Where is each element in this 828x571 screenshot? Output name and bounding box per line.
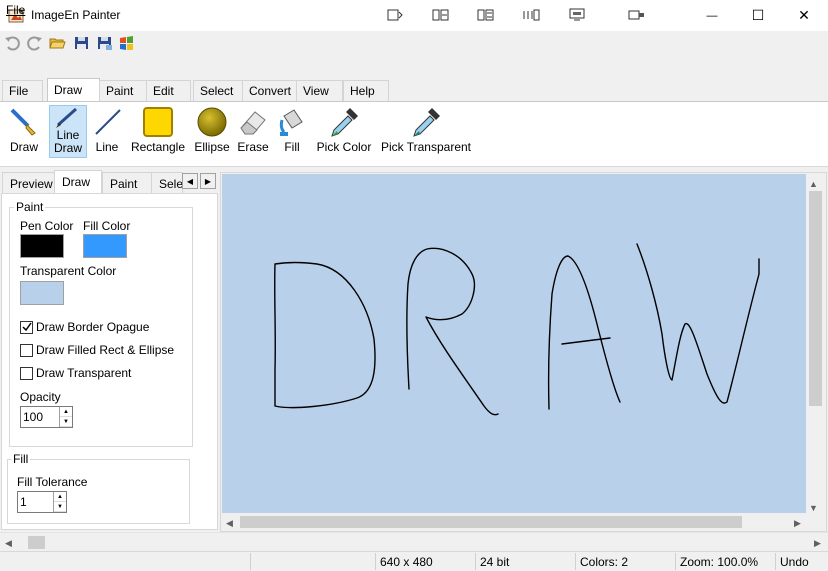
ribbon-tab-help[interactable]: Help (343, 80, 389, 101)
menu-bar (0, 58, 828, 78)
erase-button[interactable]: Erase (236, 103, 270, 161)
ribbon-tab-paint[interactable]: Paint (99, 80, 147, 101)
first-frame-icon[interactable] (386, 8, 404, 22)
canvas-strokes (274, 243, 760, 416)
monitor-icon[interactable] (568, 8, 586, 22)
checkmark-icon (20, 320, 33, 334)
ribbon-tab-edit[interactable]: Edit (146, 80, 191, 101)
spin-up-icon[interactable]: ▲ (54, 492, 66, 502)
panel-tab-select[interactable]: Sele (151, 172, 183, 193)
spin-down-icon[interactable]: ▼ (54, 502, 66, 512)
brush-icon (10, 108, 36, 136)
fill-tolerance-value[interactable]: 1 (18, 492, 53, 512)
status-empty-cell (250, 553, 375, 570)
window-horizontal-scrollbar[interactable] (0, 532, 828, 551)
horizontal-scroll-thumb[interactable] (240, 516, 742, 528)
line-button[interactable]: Line (92, 103, 122, 161)
pick-color-button[interactable]: Pick Color (314, 103, 374, 161)
handwritten-draw-strokes (274, 243, 760, 416)
line-icon (95, 109, 121, 135)
close-button[interactable]: ✕ (781, 0, 827, 31)
fill-tolerance-spinner[interactable]: 1 ▲ ▼ (17, 491, 67, 513)
prev-frame-icon[interactable] (432, 8, 450, 22)
spin-down-icon[interactable]: ▼ (60, 417, 72, 427)
triangle-right-icon: ▶ (204, 176, 212, 186)
rectangle-button[interactable]: Rectangle (130, 103, 186, 161)
status-image-size: 640 x 480 (375, 553, 475, 570)
panel-tabs-scroll-right[interactable]: ▶ (200, 173, 216, 189)
line-draw-button[interactable]: Line Draw (49, 105, 87, 158)
transparent-color-label: Transparent Color (20, 264, 117, 278)
rectangle-icon (143, 107, 173, 137)
ribbon-tab-draw[interactable]: Draw (47, 78, 100, 102)
window-scroll-left-icon[interactable]: ◀ (5, 535, 12, 549)
panel-tab-preview[interactable]: Preview (2, 172, 55, 193)
fullscreen-icon[interactable] (628, 8, 646, 22)
vertical-scroll-thumb[interactable] (809, 191, 822, 406)
opacity-spinner[interactable]: 100 ▲ ▼ (20, 406, 73, 428)
next-frame-icon[interactable] (477, 8, 495, 22)
window-scroll-right-icon[interactable]: ▶ (814, 535, 821, 549)
ellipse-icon (197, 107, 227, 137)
open-folder-icon[interactable] (49, 35, 66, 51)
eyedropper-icon (331, 108, 358, 137)
windows-logo-icon[interactable] (118, 35, 135, 51)
window-title: ImageEn Painter (31, 8, 121, 22)
panel-tab-paint[interactable]: Paint (102, 172, 152, 193)
paint-bucket-icon (279, 109, 303, 136)
eyedropper-transparent-icon (413, 108, 440, 137)
draw-filled-rect-ellipse-checkbox[interactable]: Draw Filled Rect & Ellipse (20, 343, 174, 357)
ribbon-tab-select[interactable]: Select (193, 80, 243, 101)
status-colors: Colors: 2 (575, 553, 675, 570)
ellipse-button[interactable]: Ellipse (193, 103, 231, 161)
panel-tabs-scroll-left[interactable]: ◀ (182, 173, 198, 189)
save-icon[interactable] (73, 35, 90, 51)
pen-color-swatch[interactable] (20, 234, 64, 258)
transparent-color-swatch[interactable] (20, 281, 64, 305)
ribbon-tab-convert[interactable]: Convert (242, 80, 297, 101)
scroll-right-icon[interactable]: ▶ (794, 515, 801, 529)
ribbon-tab-file[interactable]: File (2, 80, 43, 101)
eraser-icon (240, 111, 266, 135)
minimize-button[interactable]: — (689, 0, 735, 31)
last-frame-icon[interactable] (522, 8, 540, 22)
undo-icon[interactable] (4, 35, 21, 51)
paint-group-legend: Paint (14, 200, 46, 214)
draw-transparent-checkbox[interactable]: Draw Transparent (20, 366, 131, 380)
redo-icon[interactable] (26, 35, 43, 51)
drawing-canvas[interactable] (222, 174, 806, 513)
fill-color-label: Fill Color (83, 219, 131, 233)
save-as-icon[interactable] (96, 35, 113, 51)
fill-tolerance-label: Fill Tolerance (17, 475, 88, 489)
triangle-left-icon: ◀ (186, 176, 194, 186)
scroll-left-icon[interactable]: ◀ (226, 515, 233, 529)
spin-up-icon[interactable]: ▲ (60, 407, 72, 417)
opacity-label: Opacity (20, 390, 61, 404)
opacity-value[interactable]: 100 (21, 407, 59, 427)
status-bit-depth: 24 bit (475, 553, 575, 570)
scroll-down-icon[interactable]: ▼ (809, 500, 818, 514)
panel-tab-draw[interactable]: Draw (54, 170, 102, 194)
pick-transparent-button[interactable]: Pick Transparent (380, 103, 472, 161)
status-zoom: Zoom: 100.0% (675, 553, 775, 570)
scroll-up-icon[interactable]: ▲ (809, 176, 818, 190)
window-scroll-thumb[interactable] (28, 536, 45, 549)
draw-button[interactable]: Draw (5, 103, 43, 161)
draw-border-opague-checkbox[interactable]: Draw Border Opague (20, 320, 149, 334)
pencil-icon (56, 107, 77, 128)
ribbon-tab-view[interactable]: View (296, 80, 343, 101)
fill-group-legend: Fill (11, 452, 31, 466)
status-undo: Undo (775, 553, 828, 570)
pen-color-label: Pen Color (20, 219, 74, 233)
fill-button[interactable]: Fill (278, 103, 306, 161)
menu-file[interactable]: File (6, 3, 25, 17)
maximize-button[interactable]: ☐ (735, 0, 781, 31)
fill-color-swatch[interactable] (83, 234, 127, 258)
